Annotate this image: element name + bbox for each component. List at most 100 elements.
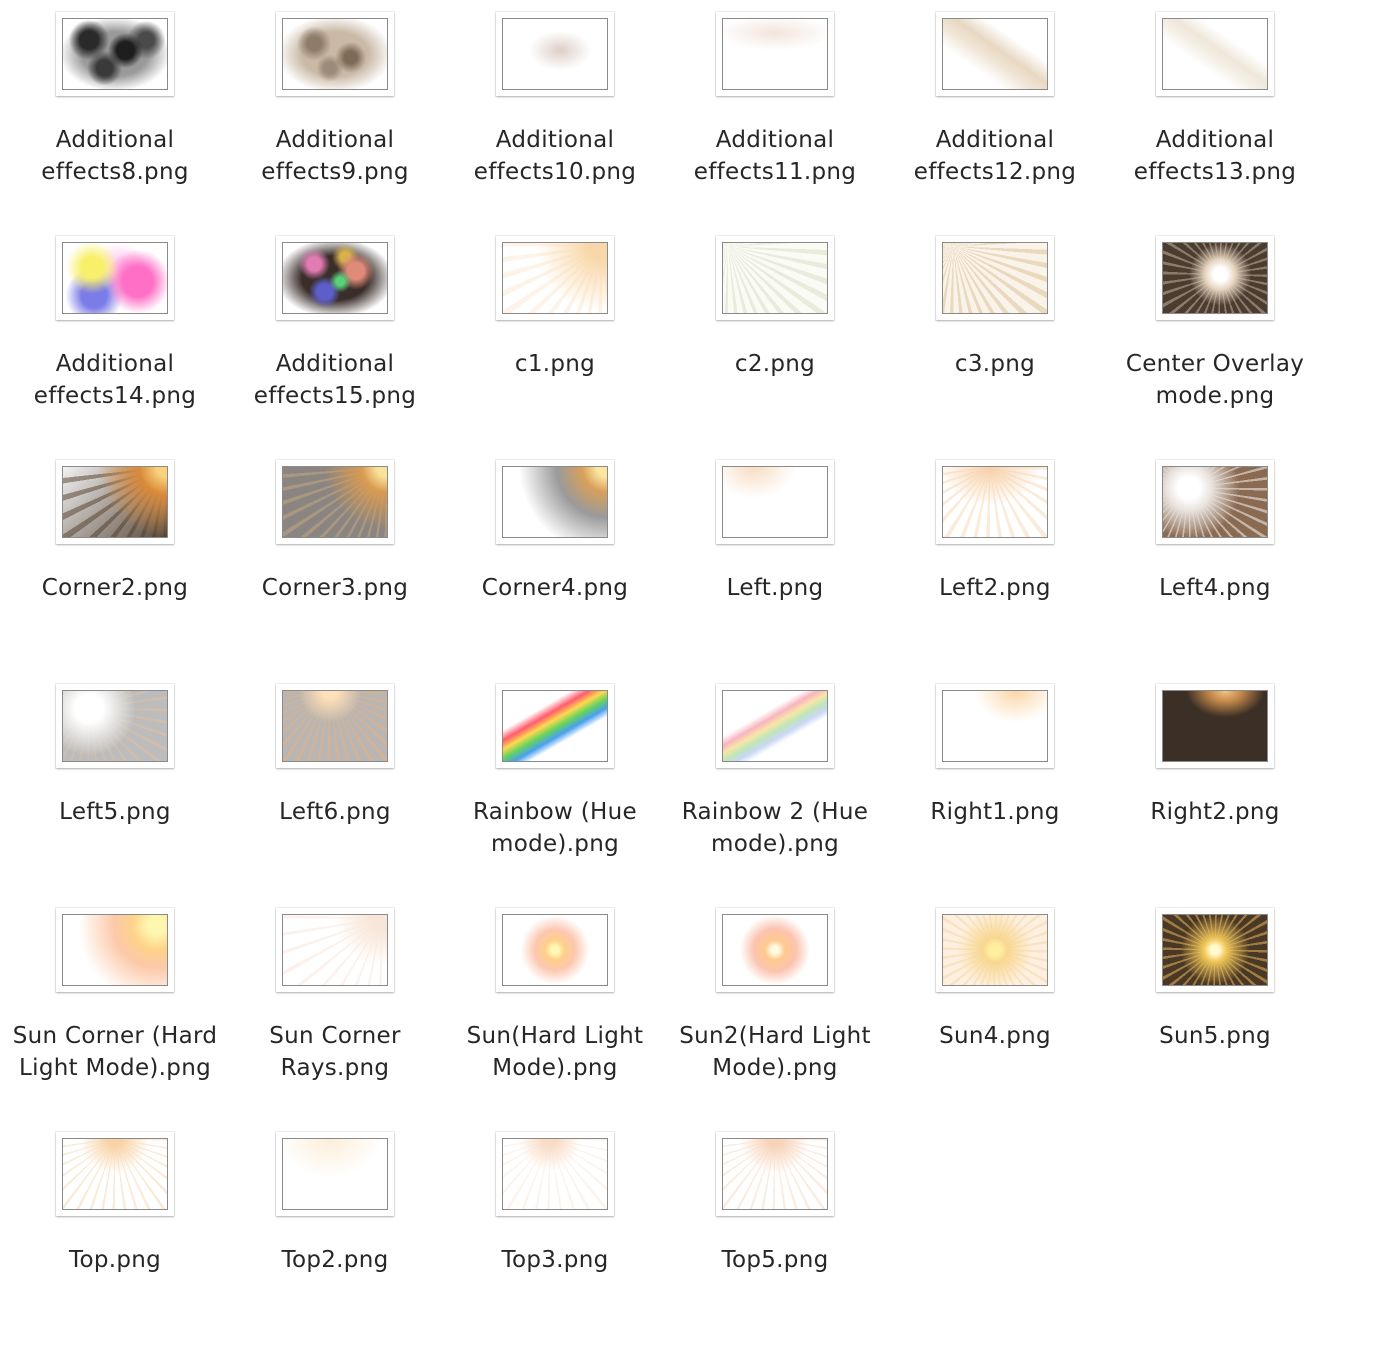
thumbnail-preview bbox=[282, 18, 388, 90]
image-thumbnail-icon[interactable] bbox=[716, 1132, 834, 1216]
image-thumbnail-icon[interactable] bbox=[496, 684, 614, 768]
file-name-label: Rainbow 2 (Hue mode).png bbox=[681, 799, 869, 857]
file-item[interactable]: c3.png bbox=[885, 228, 1105, 452]
image-thumbnail-icon[interactable] bbox=[716, 236, 834, 320]
thumbnail-preview bbox=[942, 18, 1048, 90]
thumbnail-preview bbox=[942, 690, 1048, 762]
file-item[interactable]: c1.png bbox=[445, 228, 665, 452]
image-thumbnail-icon[interactable] bbox=[496, 1132, 614, 1216]
thumbnail-preview bbox=[282, 690, 388, 762]
file-item[interactable]: Top5.png bbox=[665, 1124, 885, 1348]
thumbnail-preview bbox=[282, 914, 388, 986]
image-thumbnail-icon[interactable] bbox=[936, 684, 1054, 768]
image-thumbnail-icon[interactable] bbox=[276, 684, 394, 768]
image-thumbnail-icon[interactable] bbox=[496, 236, 614, 320]
file-item[interactable]: Additional effects10.png bbox=[445, 4, 665, 228]
image-thumbnail-icon[interactable] bbox=[276, 460, 394, 544]
file-item[interactable]: Additional effects8.png bbox=[5, 4, 225, 228]
file-item[interactable]: Additional effects13.png bbox=[1105, 4, 1325, 228]
image-thumbnail-icon[interactable] bbox=[56, 460, 174, 544]
file-icon-grid: Additional effects8.png Additional effect… bbox=[0, 0, 1374, 1344]
file-item[interactable]: Left4.png bbox=[1105, 452, 1325, 676]
image-thumbnail-icon[interactable] bbox=[496, 460, 614, 544]
thumbnail-preview bbox=[722, 18, 828, 90]
file-item[interactable]: Sun Corner Rays.png bbox=[225, 900, 445, 1124]
image-thumbnail-icon[interactable] bbox=[716, 460, 834, 544]
image-thumbnail-icon[interactable] bbox=[276, 1132, 394, 1216]
file-item[interactable]: Left5.png bbox=[5, 676, 225, 900]
image-thumbnail-icon[interactable] bbox=[276, 236, 394, 320]
image-thumbnail-icon[interactable] bbox=[1156, 12, 1274, 96]
file-item[interactable]: Top3.png bbox=[445, 1124, 665, 1348]
file-item[interactable]: Rainbow 2 (Hue mode).png bbox=[665, 676, 885, 900]
thumbnail-preview bbox=[722, 1138, 828, 1210]
file-name-label: Rainbow (Hue mode).png bbox=[473, 799, 637, 857]
file-name-label: Additional effects14.png bbox=[33, 351, 197, 409]
file-name-label: Left6.png bbox=[279, 799, 391, 825]
file-name-label: Left.png bbox=[726, 575, 824, 601]
file-item[interactable]: Corner2.png bbox=[5, 452, 225, 676]
thumbnail-preview bbox=[722, 914, 828, 986]
file-name-label: Center Overlay mode.png bbox=[1125, 351, 1305, 409]
thumbnail-preview bbox=[942, 466, 1048, 538]
file-item[interactable]: Additional effects15.png bbox=[225, 228, 445, 452]
file-item[interactable]: Sun Corner (Hard Light Mode).png bbox=[5, 900, 225, 1124]
file-item[interactable]: Left6.png bbox=[225, 676, 445, 900]
file-item[interactable]: Corner3.png bbox=[225, 452, 445, 676]
image-thumbnail-icon[interactable] bbox=[496, 12, 614, 96]
file-name-label: c2.png bbox=[734, 351, 816, 377]
file-item[interactable]: Sun(Hard Light Mode).png bbox=[445, 900, 665, 1124]
file-item[interactable]: Left2.png bbox=[885, 452, 1105, 676]
thumbnail-preview bbox=[1162, 466, 1268, 538]
image-thumbnail-icon[interactable] bbox=[56, 684, 174, 768]
file-item[interactable]: Additional effects12.png bbox=[885, 4, 1105, 228]
image-thumbnail-icon[interactable] bbox=[1156, 684, 1274, 768]
file-name-label: Top.png bbox=[69, 1247, 161, 1273]
image-thumbnail-icon[interactable] bbox=[716, 908, 834, 992]
file-item[interactable]: Sun2(Hard Light Mode).png bbox=[665, 900, 885, 1124]
file-name-label: Sun Corner (Hard Light Mode).png bbox=[12, 1023, 218, 1081]
thumbnail-preview bbox=[502, 466, 608, 538]
image-thumbnail-icon[interactable] bbox=[716, 684, 834, 768]
file-item[interactable]: c2.png bbox=[665, 228, 885, 452]
file-item[interactable]: Left.png bbox=[665, 452, 885, 676]
thumbnail-preview bbox=[282, 466, 388, 538]
image-thumbnail-icon[interactable] bbox=[276, 12, 394, 96]
image-thumbnail-icon[interactable] bbox=[936, 908, 1054, 992]
image-thumbnail-icon[interactable] bbox=[496, 908, 614, 992]
file-item[interactable]: Center Overlay mode.png bbox=[1105, 228, 1325, 452]
file-name-label: Corner4.png bbox=[481, 575, 629, 601]
thumbnail-preview bbox=[62, 1138, 168, 1210]
file-name-label: Additional effects12.png bbox=[913, 127, 1077, 185]
image-thumbnail-icon[interactable] bbox=[56, 1132, 174, 1216]
image-thumbnail-icon[interactable] bbox=[56, 12, 174, 96]
image-thumbnail-icon[interactable] bbox=[1156, 236, 1274, 320]
file-item[interactable]: Sun5.png bbox=[1105, 900, 1325, 1124]
file-item[interactable]: Top2.png bbox=[225, 1124, 445, 1348]
image-thumbnail-icon[interactable] bbox=[56, 236, 174, 320]
file-item[interactable]: Right2.png bbox=[1105, 676, 1325, 900]
image-thumbnail-icon[interactable] bbox=[1156, 908, 1274, 992]
file-name-label: Additional effects10.png bbox=[473, 127, 637, 185]
image-thumbnail-icon[interactable] bbox=[936, 236, 1054, 320]
file-name-label: Left2.png bbox=[939, 575, 1051, 601]
file-item[interactable]: Rainbow (Hue mode).png bbox=[445, 676, 665, 900]
image-thumbnail-icon[interactable] bbox=[936, 460, 1054, 544]
file-name-label: Additional effects9.png bbox=[261, 127, 409, 185]
file-item[interactable]: Additional effects14.png bbox=[5, 228, 225, 452]
file-name-label: Additional effects8.png bbox=[41, 127, 189, 185]
file-item[interactable]: Additional effects11.png bbox=[665, 4, 885, 228]
image-thumbnail-icon[interactable] bbox=[1156, 460, 1274, 544]
file-item[interactable]: Additional effects9.png bbox=[225, 4, 445, 228]
file-item[interactable]: Corner4.png bbox=[445, 452, 665, 676]
file-item[interactable]: Top.png bbox=[5, 1124, 225, 1348]
file-item[interactable]: Sun4.png bbox=[885, 900, 1105, 1124]
file-item[interactable]: Right1.png bbox=[885, 676, 1105, 900]
image-thumbnail-icon[interactable] bbox=[276, 908, 394, 992]
image-thumbnail-icon[interactable] bbox=[716, 12, 834, 96]
file-name-label: Corner2.png bbox=[41, 575, 189, 601]
file-name-label: c1.png bbox=[514, 351, 596, 377]
image-thumbnail-icon[interactable] bbox=[56, 908, 174, 992]
image-thumbnail-icon[interactable] bbox=[936, 12, 1054, 96]
thumbnail-preview bbox=[942, 914, 1048, 986]
